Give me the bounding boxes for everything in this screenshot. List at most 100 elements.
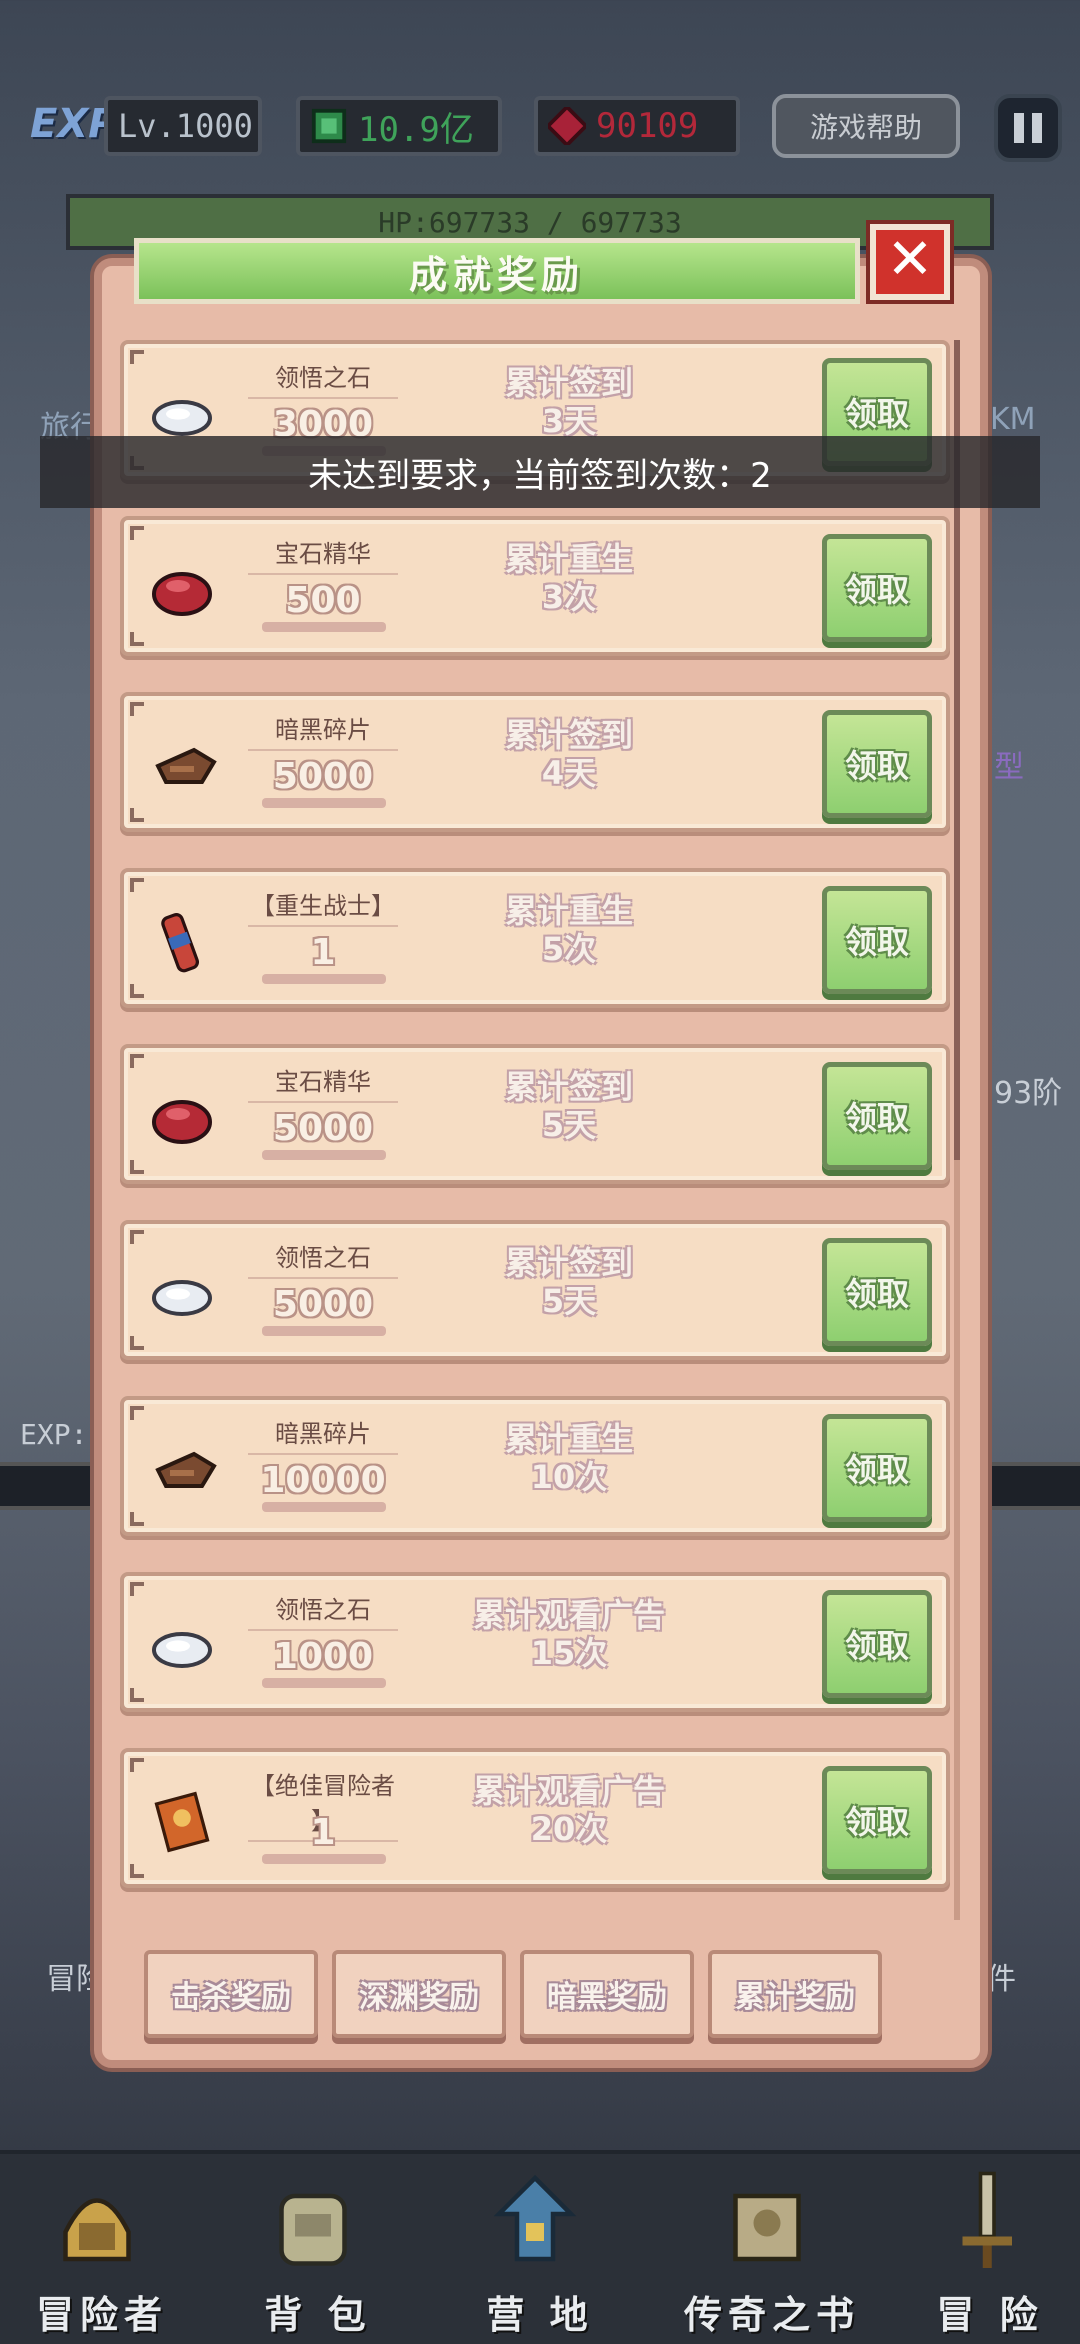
row-corner (130, 1512, 144, 1526)
requirement-line1: 累计重生 (504, 892, 633, 930)
red-gem-icon (150, 1086, 214, 1150)
row-corner (130, 350, 144, 364)
requirement-line1: 累计签到 (504, 1068, 633, 1106)
book-icon (733, 2193, 801, 2262)
reward-quantity: 10000 (260, 1460, 386, 1501)
row-corner (130, 1758, 144, 1772)
requirement-line2: 5天 (541, 1106, 597, 1144)
tab-cumulative-rewards[interactable]: 累计奖励 (708, 1950, 882, 2038)
requirement-line2: 15次 (530, 1634, 608, 1672)
row-corner (130, 808, 144, 822)
nav-label-camp: 营 地 (486, 2293, 594, 2337)
reward-item-name: 领悟之石 (248, 1590, 398, 1631)
requirement-line2: 10次 (530, 1458, 608, 1496)
claim-button[interactable]: 领取 (822, 1590, 932, 1698)
nav-backpack[interactable]: 背 包 (228, 2168, 388, 2338)
reward-item-name: 暗黑碎片 (248, 710, 398, 751)
reward-quantity: 5000 (272, 1284, 374, 1325)
requirement-line1: 累计观看广告 (472, 1772, 665, 1810)
tab-abyss-rewards[interactable]: 深渊奖励 (332, 1950, 506, 2038)
camp-icon (493, 2174, 577, 2262)
requirement-line1: 累计重生 (504, 540, 633, 578)
reward-quantity: 1 (310, 932, 336, 973)
exp-badge: EXP (30, 101, 118, 147)
reward-tabs: 击杀奖励 深渊奖励 暗黑奖励 累计奖励 (144, 1950, 884, 2038)
nav-adventurer[interactable]: 冒险者 (12, 2168, 172, 2338)
row-corner (130, 526, 144, 540)
requirement-text: 累计签到 5天 (424, 1068, 714, 1144)
quantity-underline (262, 622, 386, 632)
quantity-underline (262, 1502, 386, 1512)
reward-row: 领悟之石 1000 累计观看广告 15次 领取 (120, 1572, 950, 1712)
reward-quantity: 5000 (272, 1108, 374, 1149)
green-gem-icon (311, 108, 347, 144)
nav-adventure[interactable]: 冒 险 (900, 2168, 1060, 2338)
bg-exp-label: EXP: (20, 1418, 88, 1451)
reward-item-name: 暗黑碎片 (248, 1414, 398, 1455)
quantity-underline (262, 1326, 386, 1336)
bg-text-right3: 93阶 (994, 1076, 1063, 1111)
row-corner (130, 984, 144, 998)
game-help-button[interactable]: 游戏帮助 (772, 94, 960, 158)
reward-item-name: 领悟之石 (248, 1238, 398, 1279)
row-corner (130, 1160, 144, 1174)
requirement-text: 累计重生 10次 (424, 1420, 714, 1496)
white-stone-icon (150, 1614, 214, 1678)
crystal-display: 90109 (534, 96, 740, 156)
dark-shard-icon (150, 1438, 217, 1502)
row-corner (130, 1582, 144, 1596)
claim-button[interactable]: 领取 (822, 1238, 932, 1346)
dark-shard-icon (150, 734, 217, 798)
pause-icon (1014, 113, 1024, 143)
claim-button[interactable]: 领取 (822, 710, 932, 818)
requirement-line1: 累计签到 (504, 1244, 633, 1282)
claim-button[interactable]: 领取 (822, 534, 932, 642)
close-button[interactable]: ✕ (870, 224, 950, 300)
row-corner (130, 1688, 144, 1702)
red-gem-icon (150, 558, 214, 622)
row-corner (130, 1230, 144, 1244)
crystal-text: 90109 (596, 106, 699, 146)
nav-label-adventure: 冒 险 (936, 2293, 1044, 2337)
nav-camp[interactable]: 营 地 (450, 2168, 610, 2338)
requirement-text: 累计重生 3次 (424, 540, 714, 616)
requirement-line1: 累计签到 (504, 364, 633, 402)
claim-button[interactable]: 领取 (822, 886, 932, 994)
helmet-icon (63, 2198, 131, 2262)
row-corner (130, 878, 144, 892)
level-display: Lv.1000 (104, 96, 262, 156)
claim-button[interactable]: 领取 (822, 1414, 932, 1522)
claim-button[interactable]: 领取 (822, 1766, 932, 1874)
money-text: 10.9亿 (358, 109, 474, 150)
quantity-underline (262, 974, 386, 984)
nav-legend-book[interactable]: 传奇之书 (682, 2168, 854, 2338)
reward-quantity: 5000 (272, 756, 374, 797)
requirement-text: 累计签到 4天 (424, 716, 714, 792)
reward-item-name: 【重生战士】 (248, 886, 398, 927)
claim-button[interactable]: 领取 (822, 1062, 932, 1170)
reward-row: 暗黑碎片 5000 累计签到 4天 领取 (120, 692, 950, 832)
reward-quantity: 500 (285, 580, 361, 621)
reward-row: 宝石精华 500 累计重生 3次 领取 (120, 516, 950, 656)
requirement-text: 累计观看广告 15次 (424, 1596, 714, 1672)
bg-text-right: KM (990, 402, 1036, 437)
bg-text-bottom-right: 件 (986, 1962, 1016, 1997)
nav-label-legend-book: 传奇之书 (683, 2293, 860, 2337)
reward-item-name: 宝石精华 (248, 1062, 398, 1103)
pause-button[interactable] (994, 94, 1062, 162)
card-icon (150, 1790, 214, 1854)
requirement-text: 累计重生 5次 (424, 892, 714, 968)
pause-icon-bar (1032, 113, 1042, 143)
toast-message: 未达到要求，当前签到次数：2 (40, 436, 1040, 508)
tab-kill-rewards[interactable]: 击杀奖励 (144, 1950, 318, 2038)
quantity-underline (262, 798, 386, 808)
quantity-underline (262, 1150, 386, 1160)
tab-dark-rewards[interactable]: 暗黑奖励 (520, 1950, 694, 2038)
reward-quantity: 1000 (272, 1636, 374, 1677)
bottom-nav: 冒险者 背 包 营 地 传奇之书 冒 险 (0, 2150, 1080, 2344)
requirement-line2: 3次 (541, 578, 597, 616)
reward-row: 【重生战士】 1 累计重生 5次 领取 (120, 868, 950, 1008)
backpack-icon (279, 2193, 347, 2266)
requirement-text: 累计观看广告 20次 (424, 1772, 714, 1848)
requirement-line2: 5天 (541, 1282, 597, 1320)
